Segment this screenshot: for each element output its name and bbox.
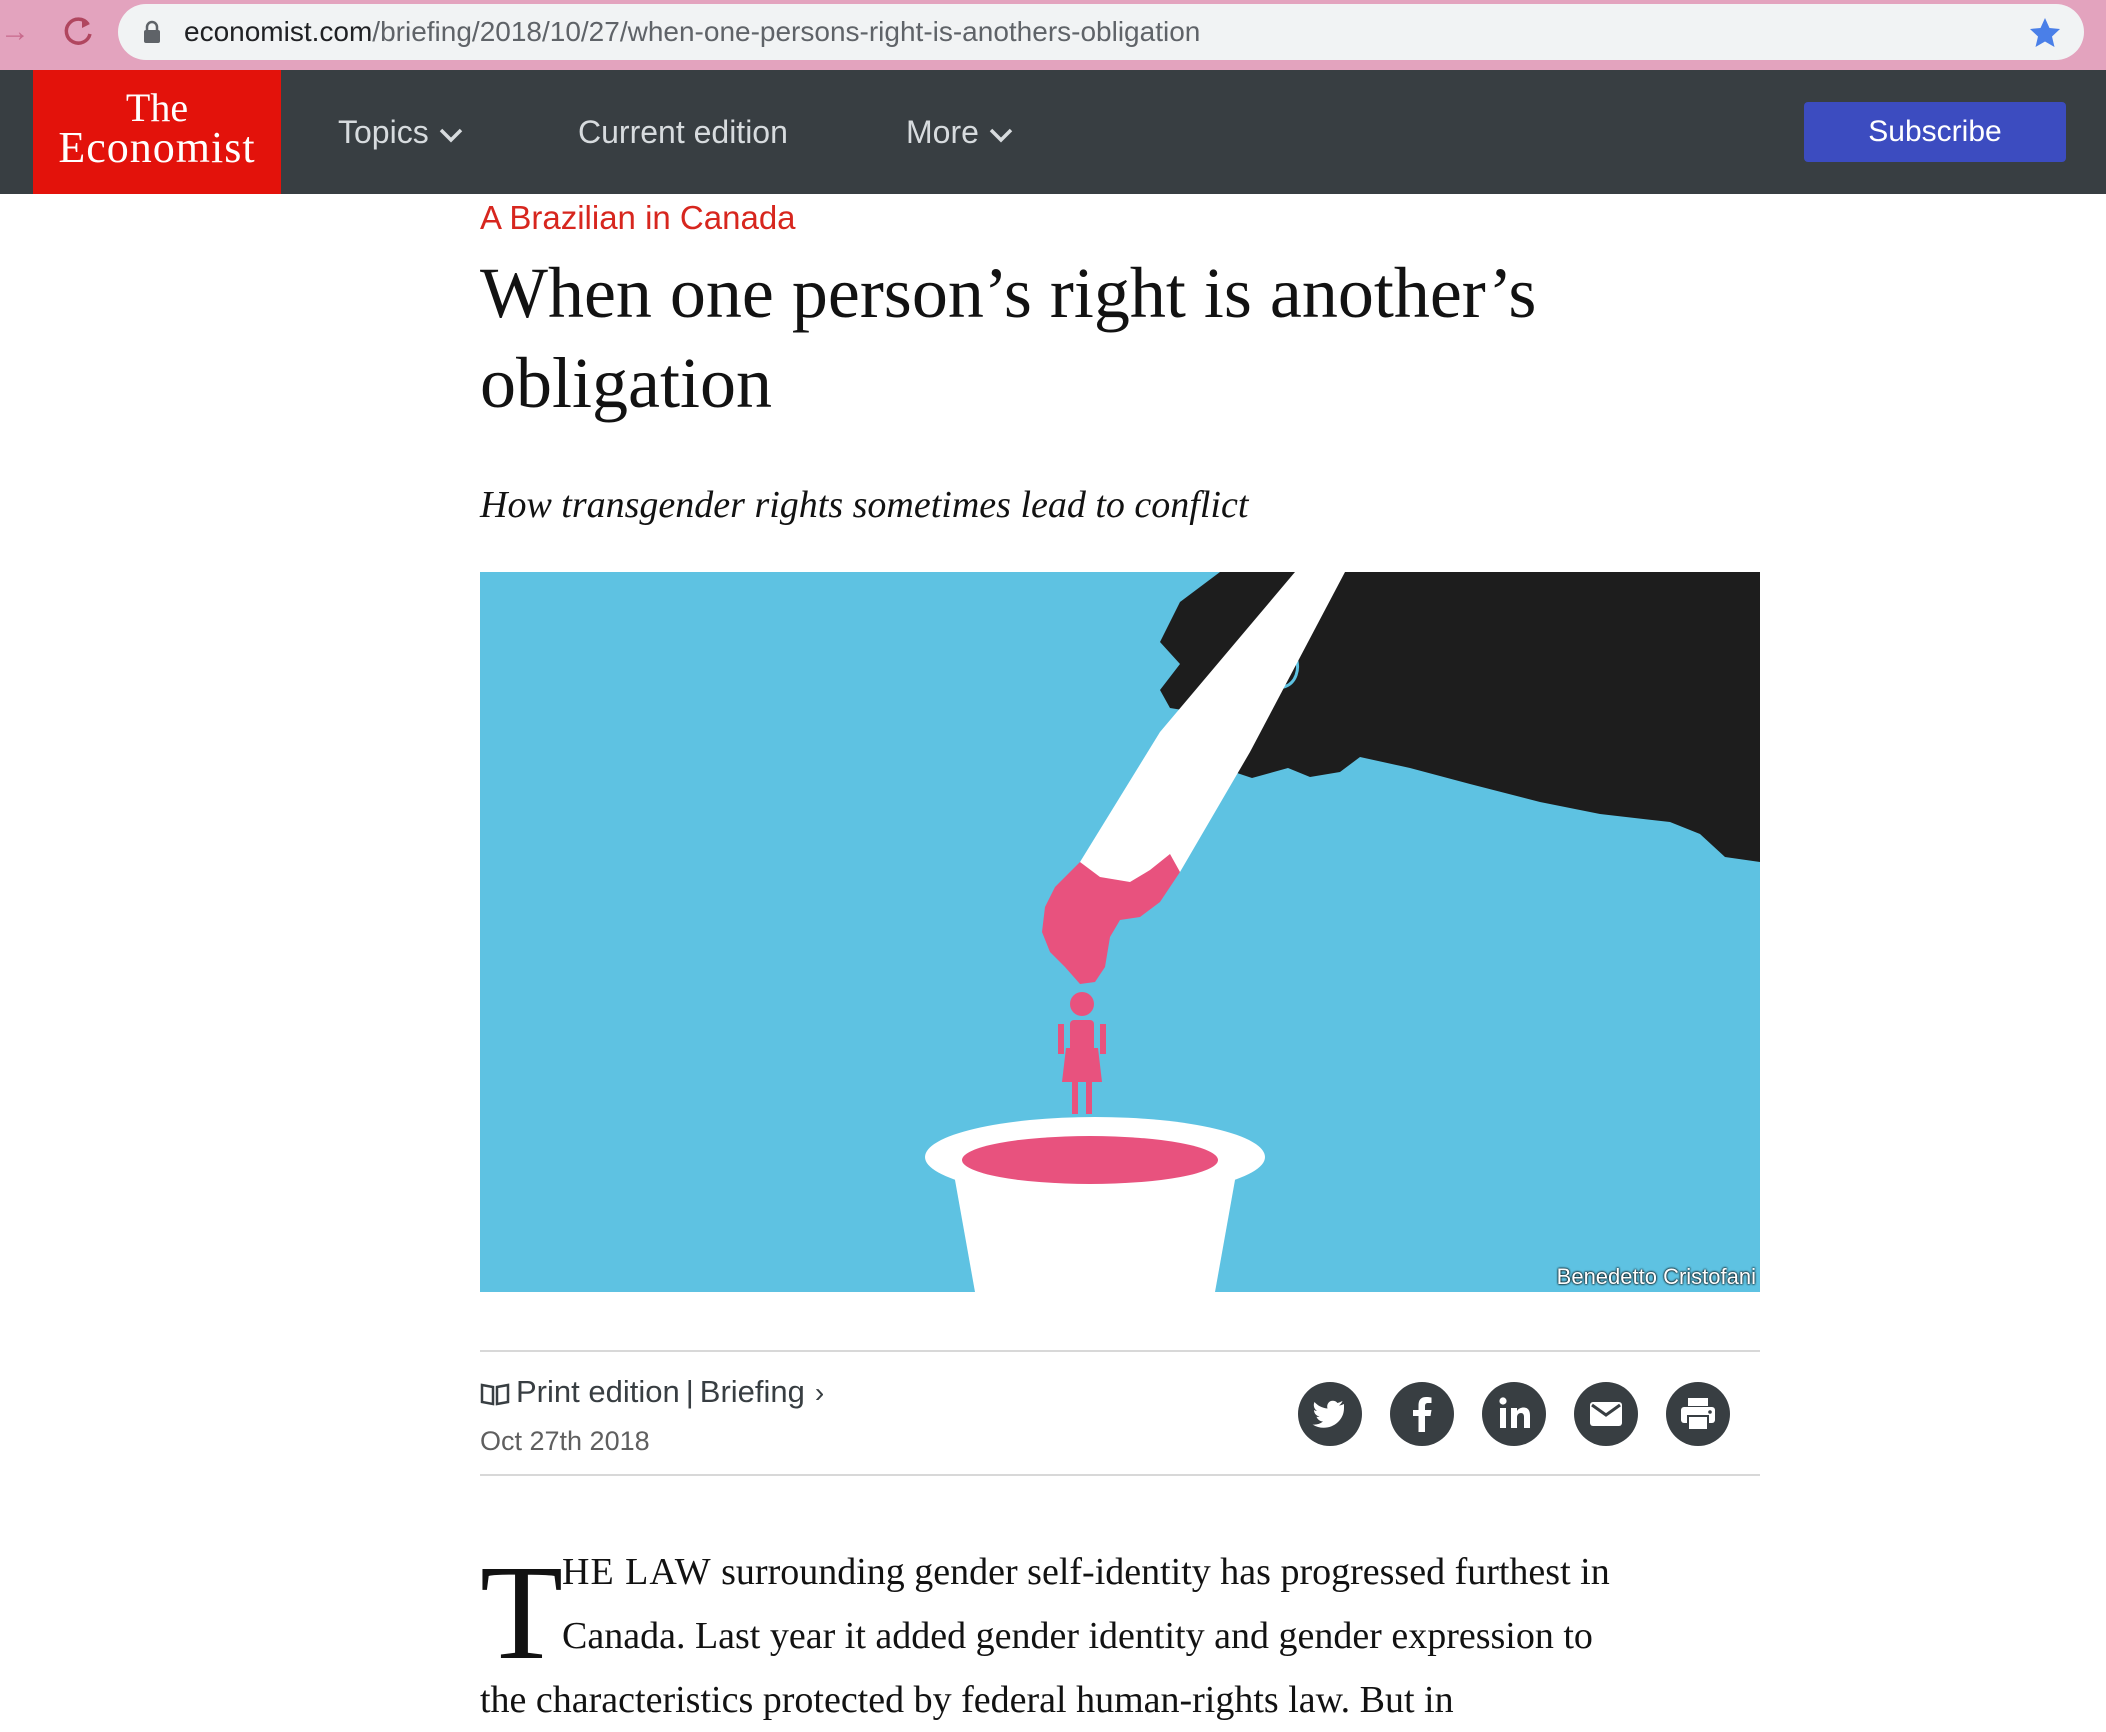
hero-illustration: Benedetto Cristofani <box>480 572 1760 1292</box>
body-line-2: Canada. Last year it added gender identi… <box>562 1615 1593 1657</box>
body-line-3: the characteristics protected by federal… <box>480 1679 1454 1721</box>
cup-paint <box>962 1136 1218 1184</box>
chevron-right-icon: › <box>814 1377 825 1408</box>
site-navigation: The Economist Topics Current edition Mor… <box>0 70 2106 194</box>
reload-icon[interactable] <box>56 10 100 54</box>
person-figure <box>1058 992 1106 1114</box>
facebook-icon <box>1413 1397 1432 1432</box>
meta-divider-top <box>480 1350 1760 1352</box>
headline-line-1: When one person’s right is another’s <box>480 253 1537 333</box>
linkedin-icon <box>1499 1397 1530 1428</box>
nav-current-edition-label: Current edition <box>578 114 788 150</box>
chevron-down-icon <box>989 128 1013 143</box>
headline-line-2: obligation <box>480 343 772 423</box>
chevron-down-icon <box>439 128 462 143</box>
url-text: economist.com/briefing/2018/10/27/when-o… <box>184 4 1200 60</box>
url-domain: economist.com <box>184 16 373 47</box>
linkedin-share-button[interactable] <box>1482 1382 1546 1446</box>
body-line-1-rest: surrounding gender self-identity has pro… <box>711 1551 1610 1593</box>
image-credit: Benedetto Cristofani <box>1556 1264 1756 1289</box>
forward-icon[interactable]: → <box>0 12 30 52</box>
email-share-button[interactable] <box>1574 1382 1638 1446</box>
nav-current-edition[interactable]: Current edition <box>578 70 788 194</box>
nav-topics-label: Topics <box>338 114 429 150</box>
illustration-graphic <box>925 572 1760 1292</box>
browser-toolbar: → economist.com/briefing/2018/10/27/when… <box>0 0 2106 70</box>
twitter-share-button[interactable] <box>1298 1382 1362 1446</box>
logo-line-1: The <box>125 85 189 130</box>
print-icon <box>1681 1398 1715 1431</box>
lock-icon <box>144 20 160 43</box>
body-smallcaps-lead: HE LAW <box>562 1551 712 1593</box>
print-edition-line: Print edition | Briefing › <box>480 1372 824 1412</box>
bookmark-star-icon[interactable] <box>2028 16 2062 50</box>
economist-logo[interactable]: The Economist <box>33 70 281 194</box>
facebook-share-button[interactable] <box>1390 1382 1454 1446</box>
article-headline: When one person’s right is another’s obl… <box>480 248 1780 428</box>
address-bar[interactable]: economist.com/briefing/2018/10/27/when-o… <box>118 4 2084 60</box>
article-subheadline: How transgender rights sometimes lead to… <box>480 484 1249 526</box>
logo-line-2: Economist <box>58 123 256 172</box>
subscribe-button[interactable]: Subscribe <box>1804 102 2066 162</box>
book-icon <box>480 1383 510 1406</box>
url-path: /briefing/2018/10/27/when-one-persons-ri… <box>372 16 1201 47</box>
drop-cap: T <box>480 1538 564 1688</box>
separator: | <box>685 1374 694 1409</box>
meta-divider-bottom <box>480 1474 1760 1476</box>
nav-more[interactable]: More <box>906 70 1013 194</box>
email-icon <box>1590 1402 1622 1426</box>
section-link[interactable]: Briefing <box>700 1374 805 1409</box>
print-share-button[interactable] <box>1666 1382 1730 1446</box>
nav-topics[interactable]: Topics <box>338 70 463 194</box>
publish-date: Oct 27th 2018 <box>480 1426 650 1456</box>
nav-more-label: More <box>906 114 979 150</box>
twitter-icon <box>1312 1400 1344 1428</box>
article-rubric[interactable]: A Brazilian in Canada <box>480 196 796 240</box>
body-line-1: HE LAW surrounding gender self-identity … <box>562 1540 1610 1604</box>
print-edition-link[interactable]: Print edition <box>516 1374 680 1409</box>
